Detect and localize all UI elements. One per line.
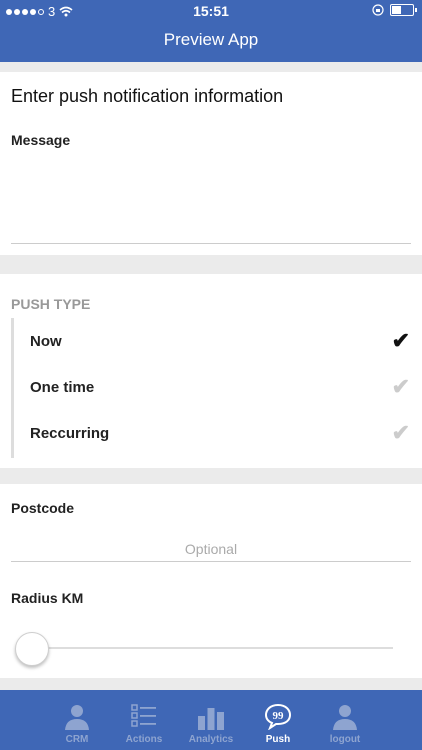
person-icon <box>65 705 89 730</box>
nav-bar: Preview App <box>0 22 422 62</box>
postcode-label: Postcode <box>11 500 75 516</box>
form-heading: Enter push notification information <box>11 86 284 106</box>
postcode-underline <box>11 561 411 562</box>
checkmark-icon: ✔ <box>391 420 410 445</box>
tab-label: Actions <box>125 734 163 745</box>
tab-bar: CRM Actions Analytics 99 Push logout <box>0 690 422 750</box>
status-time: 15:51 <box>193 3 229 19</box>
message-input[interactable] <box>11 154 411 242</box>
tab-crm[interactable]: CRM <box>42 690 112 750</box>
postcode-input[interactable]: Optional <box>11 536 411 562</box>
status-right <box>372 4 417 16</box>
checkmark-icon: ✔ <box>391 328 410 353</box>
svg-text:99: 99 <box>273 710 285 722</box>
speech-bubble-icon: 99 <box>264 703 292 730</box>
orientation-lock-icon <box>372 4 384 16</box>
push-type-option-label: One time <box>30 379 95 396</box>
tab-label: logout <box>329 734 361 745</box>
push-type-option-one-time[interactable]: One time ✔ <box>14 366 422 410</box>
radius-slider-knob[interactable] <box>15 632 49 666</box>
tab-push[interactable]: 99 Push <box>243 690 313 750</box>
page-title: Preview App <box>163 30 259 49</box>
tab-label: Analytics <box>188 734 234 745</box>
battery-icon <box>390 4 417 16</box>
status-bar: 3 15:51 <box>0 0 422 22</box>
radius-label: Radius KM <box>11 590 84 606</box>
tab-analytics[interactable]: Analytics <box>176 690 246 750</box>
tab-label: CRM <box>65 734 89 745</box>
tab-actions[interactable]: Actions <box>109 690 179 750</box>
radius-slider-track[interactable] <box>27 647 393 649</box>
tab-logout[interactable]: logout <box>310 690 380 750</box>
message-label: Message <box>11 132 71 148</box>
tab-label: Push <box>265 734 291 745</box>
checkmark-icon: ✔ <box>391 374 410 399</box>
message-card: Enter push notification information Mess… <box>0 72 422 255</box>
push-type-option-recurring[interactable]: Reccurring ✔ <box>14 412 422 456</box>
message-underline <box>11 243 411 244</box>
push-type-heading: PUSH TYPE <box>11 296 91 312</box>
push-type-option-now[interactable]: Now ✔ <box>14 320 422 364</box>
postcode-placeholder: Optional <box>184 541 238 557</box>
push-type-card: PUSH TYPE Now ✔ One time ✔ Reccurring ✔ <box>0 274 422 468</box>
person-icon <box>333 705 357 730</box>
list-icon <box>131 704 156 727</box>
push-type-option-label: Reccurring <box>30 425 110 442</box>
bar-chart-icon <box>198 708 224 730</box>
location-card: Postcode Optional Radius KM <box>0 484 422 678</box>
push-type-option-label: Now <box>30 333 62 350</box>
